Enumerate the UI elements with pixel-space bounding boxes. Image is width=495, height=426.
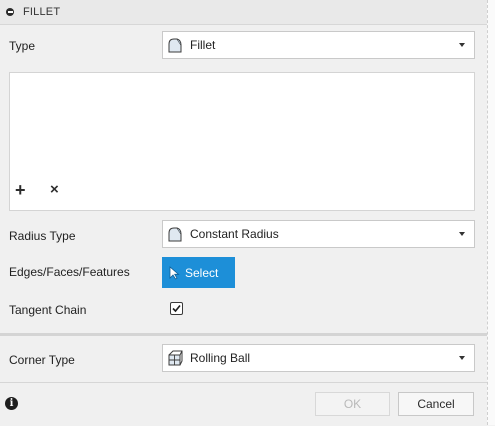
corner-type-value: Rolling Ball — [190, 351, 251, 365]
remove-icon[interactable]: × — [50, 181, 59, 199]
section-divider — [0, 333, 487, 336]
chevron-down-icon — [459, 232, 465, 236]
cancel-button[interactable]: Cancel — [398, 392, 474, 416]
selection-list[interactable] — [9, 72, 475, 211]
fillet-dialog: FILLET Type Fillet + × Radius Type Const… — [0, 0, 488, 426]
select-button[interactable]: Select — [162, 257, 235, 288]
panel-edge — [487, 0, 495, 425]
corner-type-label: Corner Type — [9, 353, 75, 367]
cursor-arrow-icon — [169, 265, 180, 280]
chevron-down-icon — [459, 43, 465, 47]
chevron-down-icon — [459, 356, 465, 360]
checkmark-icon — [172, 304, 181, 313]
type-label: Type — [9, 39, 36, 53]
add-icon[interactable]: + — [15, 181, 26, 199]
type-dropdown[interactable]: Fillet — [162, 31, 475, 59]
collapse-icon[interactable] — [6, 8, 14, 16]
rolling-ball-icon — [168, 350, 183, 366]
edges-label: Edges/Faces/Features — [9, 265, 130, 279]
radius-type-dropdown[interactable]: Constant Radius — [162, 220, 475, 248]
type-value: Fillet — [190, 38, 216, 52]
radius-type-label: Radius Type — [9, 229, 76, 243]
constant-radius-icon — [168, 227, 182, 242]
dialog-footer: i OK Cancel — [0, 382, 487, 426]
corner-type-dropdown[interactable]: Rolling Ball — [162, 344, 475, 372]
info-icon[interactable]: i — [5, 397, 18, 410]
fillet-shape-icon — [168, 38, 182, 53]
tangent-chain-label: Tangent Chain — [9, 303, 87, 317]
ok-button[interactable]: OK — [315, 392, 390, 416]
select-button-label: Select — [185, 265, 219, 280]
dialog-header[interactable]: FILLET — [0, 0, 487, 25]
dialog-title: FILLET — [23, 6, 61, 18]
radius-type-value: Constant Radius — [190, 227, 279, 241]
tangent-chain-checkbox[interactable] — [170, 302, 183, 315]
